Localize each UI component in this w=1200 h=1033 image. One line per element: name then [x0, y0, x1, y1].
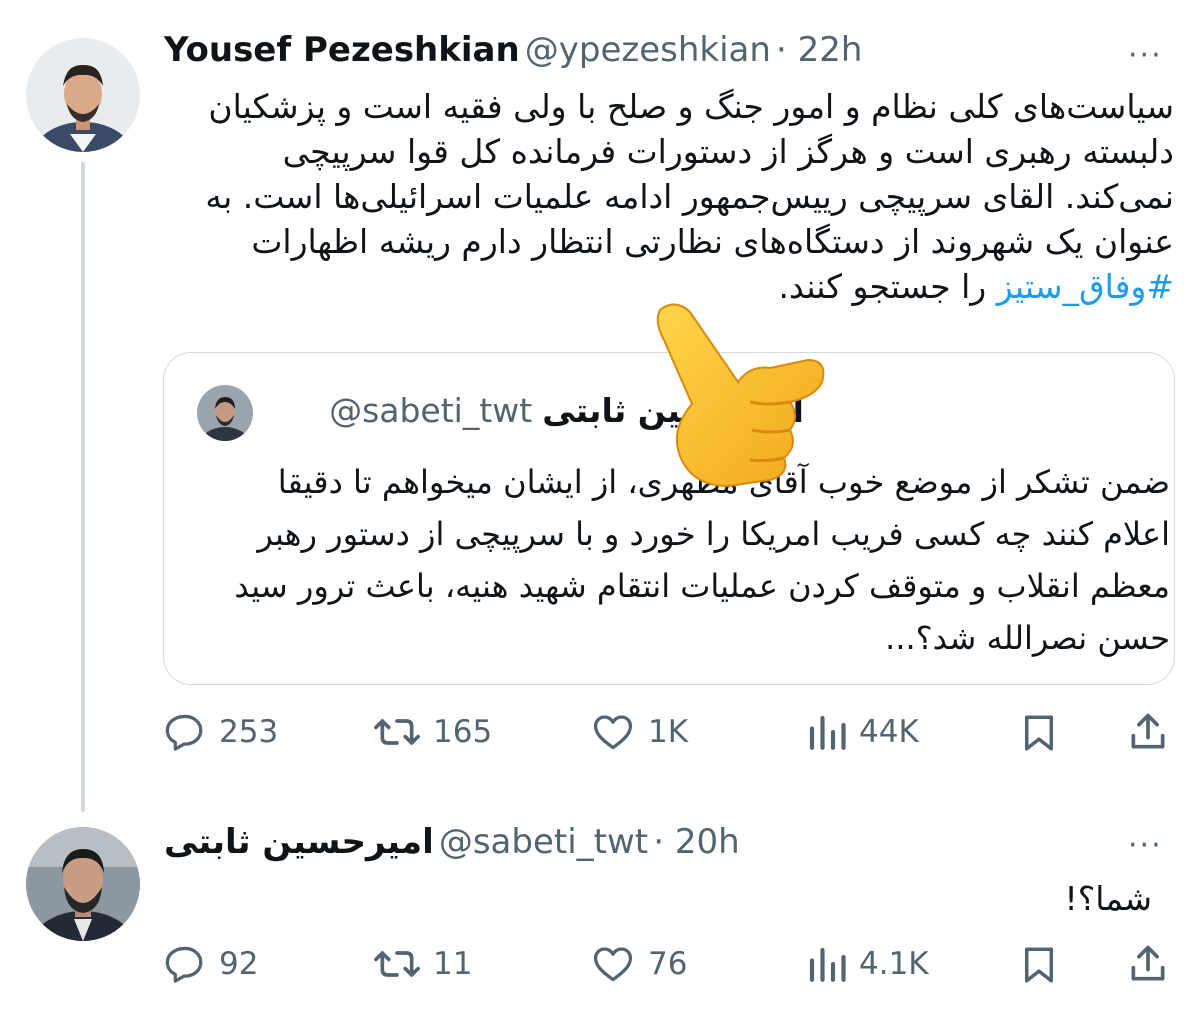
avatar-amirhossein-sabeti[interactable]	[26, 827, 140, 941]
tweet-time[interactable]: · 22h	[776, 30, 862, 70]
retweet-icon	[373, 710, 421, 754]
reply-button[interactable]: 92	[163, 942, 258, 986]
author-name[interactable]: Yousef Pezeshkian	[164, 30, 520, 70]
reply-button[interactable]: 253	[163, 710, 278, 754]
bookmark-icon[interactable]	[1018, 710, 1060, 760]
quoted-author-handle[interactable]: @sabeti_twt	[329, 391, 532, 430]
author-handle[interactable]: @sabeti_twt	[439, 822, 648, 862]
avatar-yousef-pezeshkian[interactable]	[26, 38, 140, 152]
author-handle[interactable]: @ypezeshkian	[525, 30, 771, 70]
like-count: 76	[648, 946, 688, 982]
retweet-icon	[373, 942, 421, 986]
views-count: 44K	[859, 714, 919, 750]
more-options-icon[interactable]: ···	[1128, 828, 1163, 863]
heart-icon	[590, 942, 636, 986]
views-count: 4.1K	[859, 946, 929, 982]
reply-icon	[163, 942, 207, 986]
pointing-hand-emoji	[640, 290, 830, 490]
views-icon	[805, 942, 847, 986]
tweet-header: امیرحسین ثابتی @sabeti_twt · 20h	[164, 822, 740, 870]
retweet-count: 165	[433, 714, 493, 750]
views-icon	[805, 710, 847, 754]
retweet-count: 11	[433, 946, 473, 982]
like-count: 1K	[648, 714, 689, 750]
retweet-button[interactable]: 11	[373, 942, 472, 986]
tweet-text: شما؟!	[1064, 879, 1152, 918]
reply-count: 253	[219, 714, 279, 750]
retweet-button[interactable]: 165	[373, 710, 492, 754]
heart-icon	[590, 710, 636, 754]
quoted-author-avatar[interactable]	[197, 385, 253, 441]
reply-count: 92	[219, 946, 259, 982]
views-button[interactable]: 4.1K	[805, 942, 929, 986]
hashtag-link[interactable]: #وفاق_ستیز	[997, 267, 1174, 306]
views-button[interactable]: 44K	[805, 710, 919, 754]
more-options-icon[interactable]: ···	[1128, 38, 1163, 73]
share-icon[interactable]	[1126, 708, 1170, 760]
bookmark-icon[interactable]	[1018, 942, 1060, 992]
tweet-header: Yousef Pezeshkian @ypezeshkian · 22h	[164, 30, 862, 78]
share-icon[interactable]	[1126, 940, 1170, 992]
tweet-time[interactable]: · 20h	[653, 822, 739, 862]
author-name[interactable]: امیرحسین ثابتی	[164, 822, 434, 862]
like-button[interactable]: 76	[590, 942, 687, 986]
tweet-text: سیاست‌های کلی نظام و امور جنگ و صلح با و…	[205, 87, 1174, 306]
reply-icon	[163, 710, 207, 754]
thread-line	[81, 162, 85, 812]
like-button[interactable]: 1K	[590, 710, 688, 754]
